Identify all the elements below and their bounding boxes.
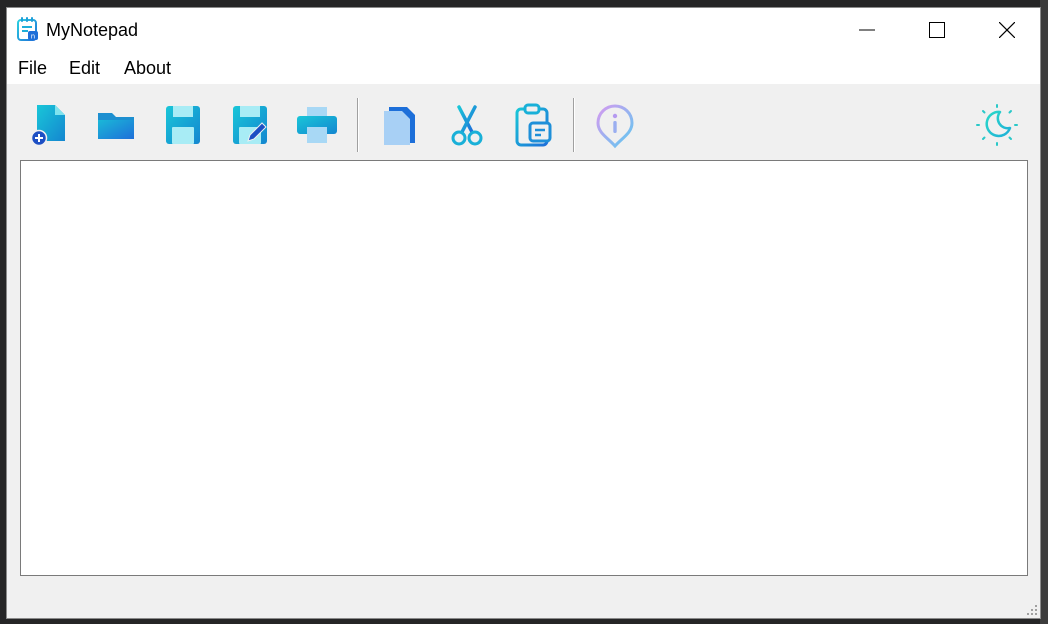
background-window-edge [1040, 0, 1048, 624]
cut-button[interactable] [443, 101, 491, 149]
print-button[interactable] [293, 101, 341, 149]
svg-text:n: n [31, 33, 35, 41]
paste-icon [515, 103, 552, 147]
about-button[interactable] [591, 101, 639, 149]
notepad-window: n MyNotepad File Edit About [6, 7, 1041, 619]
open-folder-button[interactable] [92, 101, 140, 149]
maximize-icon [929, 22, 945, 38]
save-as-icon [233, 106, 267, 144]
new-file-icon [30, 105, 65, 147]
minimize-button[interactable] [832, 8, 902, 52]
title-bar[interactable]: n MyNotepad [7, 8, 1040, 52]
resize-grip-icon[interactable] [1026, 604, 1038, 616]
save-as-button[interactable] [226, 101, 274, 149]
toolbar-separator [357, 98, 359, 152]
toolbar-separator [573, 98, 575, 152]
print-icon [297, 107, 337, 143]
save-button[interactable] [159, 101, 207, 149]
close-button[interactable] [972, 8, 1042, 52]
window-title: MyNotepad [46, 20, 139, 40]
maximize-button[interactable] [902, 8, 972, 52]
toolbar [7, 84, 1040, 160]
menu-file[interactable]: File [18, 58, 47, 79]
close-icon [999, 22, 1015, 38]
copy-button[interactable] [375, 101, 423, 149]
about-info-icon [596, 104, 634, 149]
new-file-button[interactable] [25, 101, 73, 149]
menu-edit[interactable]: Edit [69, 58, 100, 79]
menu-bar: File Edit About [7, 52, 1040, 84]
dark-mode-icon [976, 104, 1018, 146]
copy-icon [384, 107, 415, 145]
save-icon [166, 106, 200, 144]
minimize-icon [859, 29, 875, 31]
cut-icon [451, 105, 483, 146]
paste-button[interactable] [510, 101, 558, 149]
open-folder-icon [98, 113, 134, 139]
notepad-icon: n [17, 17, 39, 41]
menu-about[interactable]: About [124, 58, 171, 79]
text-editor-area[interactable] [20, 160, 1028, 576]
dark-mode-button[interactable] [973, 101, 1021, 149]
